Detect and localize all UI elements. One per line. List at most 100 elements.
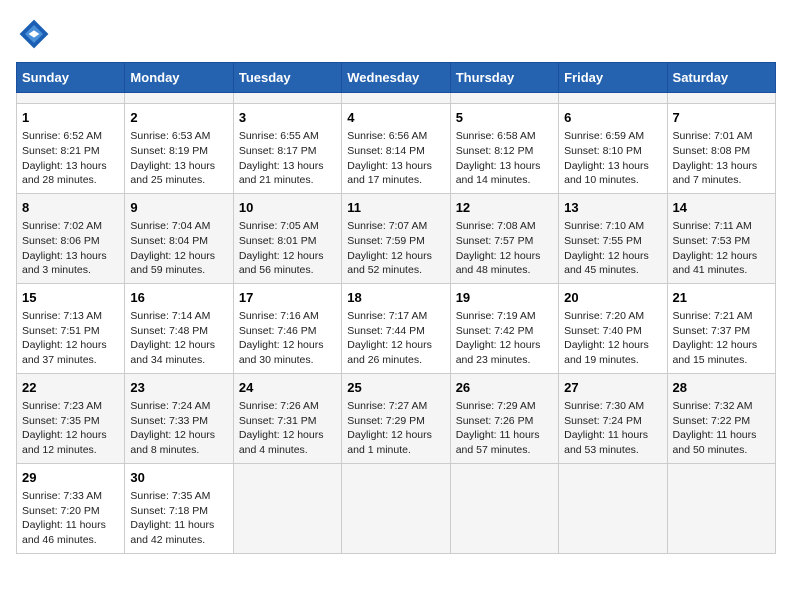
day-number: 17 — [239, 289, 336, 307]
day-info: Sunrise: 6:56 AM Sunset: 8:14 PM Dayligh… — [347, 129, 444, 188]
calendar-cell: 13Sunrise: 7:10 AM Sunset: 7:55 PM Dayli… — [559, 193, 667, 283]
calendar-cell: 12 Sunrise: 7:08 AM Sunset: 7:57 PM Dayli… — [450, 193, 558, 283]
calendar-cell — [342, 93, 450, 104]
day-number: 24 — [239, 379, 336, 397]
header-day: Sunday — [17, 63, 125, 93]
day-info: Sunrise: 7:17 AM Sunset: 7:44 PM Dayligh… — [347, 309, 444, 368]
day-info: Sunrise: 7:08 AM Sunset: 7:57 PM Dayligh… — [456, 219, 553, 278]
day-info: Sunrise: 7:24 AM Sunset: 7:33 PM Dayligh… — [130, 399, 227, 458]
day-number: 28 — [673, 379, 770, 397]
day-number: 10 — [239, 199, 336, 217]
day-info: Sunrise: 6:55 AM Sunset: 8:17 PM Dayligh… — [239, 129, 336, 188]
calendar-cell: 9 Sunrise: 7:04 AM Sunset: 8:04 PM Daylig… — [125, 193, 233, 283]
day-number: 7 — [673, 109, 770, 127]
day-number: 18 — [347, 289, 444, 307]
day-info: Sunrise: 6:53 AM Sunset: 8:19 PM Dayligh… — [130, 129, 227, 188]
calendar-cell: 16 Sunrise: 7:14 AM Sunset: 7:48 PM Dayli… — [125, 283, 233, 373]
calendar-cell: 11 Sunrise: 7:07 AM Sunset: 7:59 PM Dayli… — [342, 193, 450, 283]
day-number: 20 — [564, 289, 661, 307]
calendar-cell: 21 Sunrise: 7:21 AM Sunset: 7:37 PM Dayli… — [667, 283, 775, 373]
day-info: Sunrise: 7:16 AM Sunset: 7:46 PM Dayligh… — [239, 309, 336, 368]
day-number: 9 — [130, 199, 227, 217]
calendar-cell: 1Sunrise: 6:52 AM Sunset: 8:21 PM Daylig… — [17, 104, 125, 194]
day-number: 12 — [456, 199, 553, 217]
day-info: Sunrise: 6:58 AM Sunset: 8:12 PM Dayligh… — [456, 129, 553, 188]
calendar-cell — [559, 463, 667, 553]
calendar-cell: 27 Sunrise: 7:30 AM Sunset: 7:24 PM Dayli… — [559, 373, 667, 463]
day-info: Sunrise: 7:33 AM Sunset: 7:20 PM Dayligh… — [22, 489, 119, 548]
calendar-cell — [667, 463, 775, 553]
day-number: 4 — [347, 109, 444, 127]
header-day: Wednesday — [342, 63, 450, 93]
day-number: 22 — [22, 379, 119, 397]
calendar-week-row: 8 Sunrise: 7:02 AM Sunset: 8:06 PM Daylig… — [17, 193, 776, 283]
day-info: Sunrise: 7:11 AM Sunset: 7:53 PM Dayligh… — [673, 219, 770, 278]
day-number: 19 — [456, 289, 553, 307]
day-number: 29 — [22, 469, 119, 487]
calendar-cell: 29 Sunrise: 7:33 AM Sunset: 7:20 PM Dayli… — [17, 463, 125, 553]
calendar-cell: 30 Sunrise: 7:35 AM Sunset: 7:18 PM Dayli… — [125, 463, 233, 553]
calendar-cell: 24 Sunrise: 7:26 AM Sunset: 7:31 PM Dayli… — [233, 373, 341, 463]
day-info: Sunrise: 7:30 AM Sunset: 7:24 PM Dayligh… — [564, 399, 661, 458]
day-number: 23 — [130, 379, 227, 397]
logo-icon — [16, 16, 52, 52]
calendar-cell — [667, 93, 775, 104]
day-number: 8 — [22, 199, 119, 217]
calendar-cell — [233, 463, 341, 553]
calendar-cell — [342, 463, 450, 553]
calendar-cell: 6Sunrise: 6:59 AM Sunset: 8:10 PM Daylig… — [559, 104, 667, 194]
day-info: Sunrise: 7:21 AM Sunset: 7:37 PM Dayligh… — [673, 309, 770, 368]
logo — [16, 16, 56, 52]
calendar-table: SundayMondayTuesdayWednesdayThursdayFrid… — [16, 62, 776, 554]
day-info: Sunrise: 7:04 AM Sunset: 8:04 PM Dayligh… — [130, 219, 227, 278]
day-info: Sunrise: 7:02 AM Sunset: 8:06 PM Dayligh… — [22, 219, 119, 278]
calendar-cell: 17 Sunrise: 7:16 AM Sunset: 7:46 PM Dayli… — [233, 283, 341, 373]
day-info: Sunrise: 7:23 AM Sunset: 7:35 PM Dayligh… — [22, 399, 119, 458]
day-number: 11 — [347, 199, 444, 217]
day-number: 30 — [130, 469, 227, 487]
day-number: 6 — [564, 109, 661, 127]
day-number: 5 — [456, 109, 553, 127]
calendar-cell — [17, 93, 125, 104]
calendar-cell: 15Sunrise: 7:13 AM Sunset: 7:51 PM Dayli… — [17, 283, 125, 373]
day-info: Sunrise: 7:07 AM Sunset: 7:59 PM Dayligh… — [347, 219, 444, 278]
calendar-cell: 10 Sunrise: 7:05 AM Sunset: 8:01 PM Dayli… — [233, 193, 341, 283]
calendar-week-row — [17, 93, 776, 104]
day-info: Sunrise: 7:13 AM Sunset: 7:51 PM Dayligh… — [22, 309, 119, 368]
day-info: Sunrise: 7:19 AM Sunset: 7:42 PM Dayligh… — [456, 309, 553, 368]
day-info: Sunrise: 7:10 AM Sunset: 7:55 PM Dayligh… — [564, 219, 661, 278]
calendar-week-row: 15Sunrise: 7:13 AM Sunset: 7:51 PM Dayli… — [17, 283, 776, 373]
calendar-cell: 25 Sunrise: 7:27 AM Sunset: 7:29 PM Dayli… — [342, 373, 450, 463]
day-info: Sunrise: 6:52 AM Sunset: 8:21 PM Dayligh… — [22, 129, 119, 188]
day-info: Sunrise: 7:05 AM Sunset: 8:01 PM Dayligh… — [239, 219, 336, 278]
day-number: 25 — [347, 379, 444, 397]
calendar-week-row: 29 Sunrise: 7:33 AM Sunset: 7:20 PM Dayli… — [17, 463, 776, 553]
day-info: Sunrise: 7:14 AM Sunset: 7:48 PM Dayligh… — [130, 309, 227, 368]
day-info: Sunrise: 7:26 AM Sunset: 7:31 PM Dayligh… — [239, 399, 336, 458]
header-day: Thursday — [450, 63, 558, 93]
calendar-cell: 4 Sunrise: 6:56 AM Sunset: 8:14 PM Daylig… — [342, 104, 450, 194]
calendar-cell — [559, 93, 667, 104]
calendar-cell: 14Sunrise: 7:11 AM Sunset: 7:53 PM Dayli… — [667, 193, 775, 283]
day-info: Sunrise: 7:01 AM Sunset: 8:08 PM Dayligh… — [673, 129, 770, 188]
header-row: SundayMondayTuesdayWednesdayThursdayFrid… — [17, 63, 776, 93]
page-header — [16, 16, 776, 52]
calendar-cell: 28Sunrise: 7:32 AM Sunset: 7:22 PM Dayli… — [667, 373, 775, 463]
header-day: Friday — [559, 63, 667, 93]
calendar-cell — [450, 463, 558, 553]
day-number: 21 — [673, 289, 770, 307]
day-info: Sunrise: 7:35 AM Sunset: 7:18 PM Dayligh… — [130, 489, 227, 548]
header-day: Saturday — [667, 63, 775, 93]
calendar-cell: 5 Sunrise: 6:58 AM Sunset: 8:12 PM Daylig… — [450, 104, 558, 194]
day-info: Sunrise: 7:29 AM Sunset: 7:26 PM Dayligh… — [456, 399, 553, 458]
calendar-cell: 20Sunrise: 7:20 AM Sunset: 7:40 PM Dayli… — [559, 283, 667, 373]
calendar-cell: 3Sunrise: 6:55 AM Sunset: 8:17 PM Daylig… — [233, 104, 341, 194]
header-day: Monday — [125, 63, 233, 93]
calendar-cell: 26Sunrise: 7:29 AM Sunset: 7:26 PM Dayli… — [450, 373, 558, 463]
day-number: 16 — [130, 289, 227, 307]
day-info: Sunrise: 7:27 AM Sunset: 7:29 PM Dayligh… — [347, 399, 444, 458]
calendar-week-row: 22 Sunrise: 7:23 AM Sunset: 7:35 PM Dayli… — [17, 373, 776, 463]
day-number: 27 — [564, 379, 661, 397]
calendar-cell — [125, 93, 233, 104]
calendar-cell: 8 Sunrise: 7:02 AM Sunset: 8:06 PM Daylig… — [17, 193, 125, 283]
